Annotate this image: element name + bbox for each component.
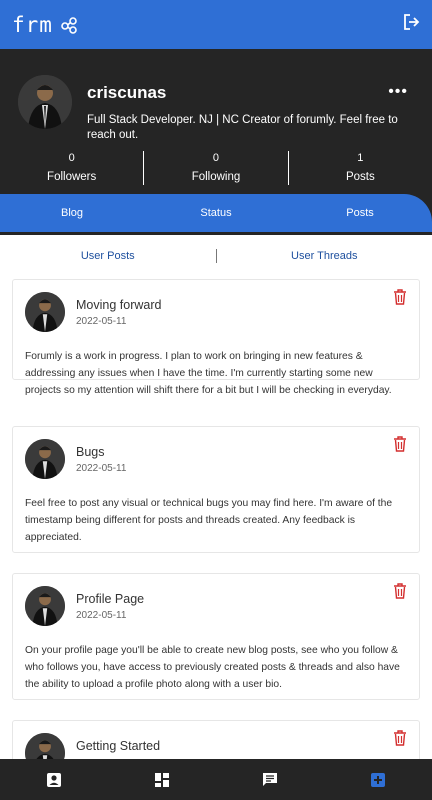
molecule-icon xyxy=(61,16,77,34)
nav-threads[interactable] xyxy=(216,759,324,800)
post-card[interactable]: Moving forward 2022-05-11 Forumly is a w… xyxy=(12,279,420,396)
post-date: 2022-05-11 xyxy=(76,316,127,327)
post-title[interactable]: Getting Started xyxy=(76,739,160,753)
post-body: On your profile page you'll be able to c… xyxy=(25,645,400,690)
following-count: 0 xyxy=(212,152,220,164)
post-title[interactable]: Bugs xyxy=(76,445,105,459)
tab-status[interactable]: Status xyxy=(144,207,288,219)
trash-icon[interactable] xyxy=(393,730,407,746)
post-date: 2022-05-11 xyxy=(76,610,127,621)
profile-username: criscunas xyxy=(87,83,167,102)
stat-followers[interactable]: 0 Followers xyxy=(0,149,143,189)
avatar xyxy=(25,439,65,479)
profile-tabs: Blog Status Posts xyxy=(0,194,432,232)
posts-subtabs: User Posts User Threads xyxy=(0,238,432,274)
tab-blog[interactable]: Blog xyxy=(0,207,144,219)
profile-stats: 0 Followers 0 Following 1 Posts xyxy=(0,149,432,189)
tab-posts[interactable]: Posts xyxy=(288,207,432,219)
subtab-user-posts[interactable]: User Posts xyxy=(0,250,216,262)
nav-dashboard[interactable] xyxy=(108,759,216,800)
avatar xyxy=(25,292,65,332)
post-body: Feel free to post any visual or technica… xyxy=(25,498,393,543)
posts-count: 1 xyxy=(357,152,364,164)
post-title[interactable]: Moving forward xyxy=(76,298,161,312)
profile-bio: Full Stack Developer. NJ | NC Creator of… xyxy=(87,114,398,141)
post-date: 2022-05-11 xyxy=(76,463,127,474)
bottom-navigation xyxy=(0,759,432,800)
followers-label: Followers xyxy=(47,171,97,183)
chat-icon xyxy=(263,772,277,786)
add-box-icon xyxy=(371,772,385,787)
post-card[interactable]: Profile Page 2022-05-11 On your profile … xyxy=(12,573,420,700)
app-root: frm criscunas ••• Full Stack Developer. … xyxy=(0,0,432,800)
trash-icon[interactable] xyxy=(393,583,407,599)
nav-profile[interactable] xyxy=(0,759,108,800)
author-photo xyxy=(25,292,65,332)
post-body: Forumly is a work in progress. I plan to… xyxy=(25,351,392,396)
following-label: Following xyxy=(191,171,241,183)
subtab-user-threads[interactable]: User Threads xyxy=(217,250,432,262)
post-card[interactable]: Bugs 2022-05-11 Feel free to post any vi… xyxy=(12,426,420,553)
avatar[interactable] xyxy=(18,75,72,129)
dashboard-icon xyxy=(155,772,169,787)
trash-icon[interactable] xyxy=(393,289,407,305)
author-photo xyxy=(25,439,65,479)
trash-icon[interactable] xyxy=(393,436,407,452)
post-title[interactable]: Profile Page xyxy=(76,592,144,606)
profile-photo xyxy=(18,75,72,129)
app-logo[interactable]: frm xyxy=(12,13,53,37)
avatar xyxy=(25,586,65,626)
stat-following[interactable]: 0 Following xyxy=(144,149,287,189)
top-app-bar: frm xyxy=(0,0,432,49)
more-options-button[interactable]: ••• xyxy=(388,83,408,101)
posts-label: Posts xyxy=(345,171,375,183)
author-photo xyxy=(25,586,65,626)
profile-icon xyxy=(47,772,61,787)
stat-posts[interactable]: 1 Posts xyxy=(289,149,432,189)
logout-icon[interactable] xyxy=(402,13,420,31)
followers-count: 0 xyxy=(68,152,75,164)
nav-add[interactable] xyxy=(324,759,432,800)
